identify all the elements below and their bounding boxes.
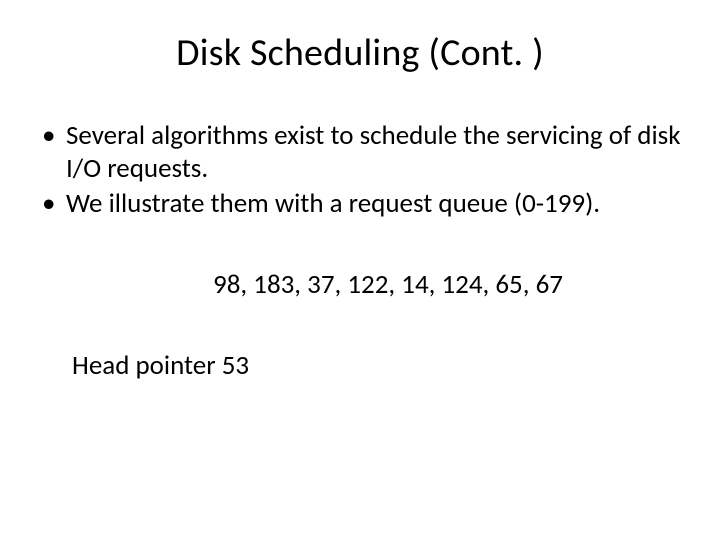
request-queue: 98, 183, 37, 122, 14, 124, 65, 67 — [38, 269, 682, 302]
bullet-item: We illustrate them with a request queue … — [38, 188, 682, 221]
bullet-item: Several algorithms exist to schedule the… — [38, 120, 682, 186]
slide: Disk Scheduling (Cont. ) Several algorit… — [0, 0, 720, 540]
slide-title: Disk Scheduling (Cont. ) — [38, 30, 682, 76]
slide-body: Several algorithms exist to schedule the… — [38, 120, 682, 383]
head-pointer: Head pointer 53 — [38, 350, 682, 383]
bullet-list: Several algorithms exist to schedule the… — [38, 120, 682, 221]
